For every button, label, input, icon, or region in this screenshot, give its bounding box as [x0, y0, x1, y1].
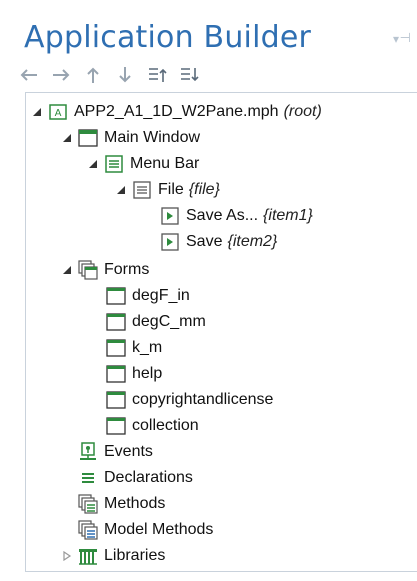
save-label: Save [186, 233, 223, 250]
root-tag: (root) [283, 103, 322, 120]
tree-node-file[interactable]: File {file} [114, 178, 220, 202]
tree-node-menu-bar[interactable]: Menu Bar [86, 152, 199, 176]
tree-node-events[interactable]: Events [78, 440, 153, 464]
tree-node-save[interactable]: Save {item2} [160, 230, 277, 254]
menu-icon [132, 180, 152, 200]
events-label: Events [104, 443, 153, 460]
form-item-label: copyrightandlicense [132, 391, 274, 408]
form-icon [106, 286, 126, 306]
file-tag: {file} [188, 181, 220, 198]
declarations-icon [78, 468, 98, 488]
application-icon: A [48, 102, 68, 122]
model-methods-icon [78, 520, 98, 540]
tree-node-forms[interactable]: Forms [60, 258, 149, 282]
collapse-icon[interactable] [86, 159, 100, 169]
file-label: File [158, 181, 184, 198]
tree-node-root[interactable]: A APP2_A1_1D_W2Pane.mph (root) [30, 100, 322, 124]
form-icon [106, 416, 126, 436]
tree-node-model-methods[interactable]: Model Methods [78, 518, 213, 542]
save-as-label: Save As... [186, 207, 259, 224]
back-icon[interactable] [18, 64, 40, 86]
form-item[interactable]: copyrightandlicense [106, 388, 273, 412]
declarations-label: Declarations [104, 469, 193, 486]
form-item[interactable]: help [106, 362, 162, 386]
move-up-list-icon[interactable] [146, 64, 168, 86]
tree-node-methods[interactable]: Methods [78, 492, 165, 516]
tree-node-libraries[interactable]: Libraries [60, 544, 165, 568]
form-icon [106, 338, 126, 358]
main-window-label: Main Window [104, 129, 201, 146]
window-icon [78, 128, 98, 148]
events-icon [78, 442, 98, 462]
menu-item-icon [160, 206, 180, 226]
form-item-label: collection [132, 417, 199, 434]
form-icon [106, 312, 126, 332]
form-item[interactable]: degC_mm [106, 310, 206, 334]
form-item-label: help [132, 365, 163, 382]
collapse-icon[interactable] [114, 185, 128, 195]
svg-text:A: A [55, 108, 62, 119]
collapse-icon[interactable] [60, 265, 74, 275]
tree-node-save-as[interactable]: Save As... {item1} [160, 204, 313, 228]
menu-bar-label: Menu Bar [130, 155, 200, 172]
menu-item-icon [160, 232, 180, 252]
save-as-tag: {item1} [263, 207, 313, 224]
methods-label: Methods [104, 495, 166, 512]
form-icon [106, 364, 126, 384]
model-methods-label: Model Methods [104, 521, 214, 538]
forward-icon[interactable] [50, 64, 72, 86]
methods-icon [78, 494, 98, 514]
toolbar [18, 64, 200, 86]
menu-bar-icon [104, 154, 124, 174]
pin-icon[interactable]: ⊣ [400, 30, 411, 46]
libraries-label: Libraries [104, 547, 166, 564]
libraries-icon [78, 546, 98, 566]
form-item[interactable]: degF_in [106, 284, 190, 308]
form-icon [106, 390, 126, 410]
form-item-label: k_m [132, 339, 163, 356]
move-down-list-icon[interactable] [178, 64, 200, 86]
up-icon[interactable] [82, 64, 104, 86]
forms-icon [78, 260, 98, 280]
down-icon[interactable] [114, 64, 136, 86]
save-tag: {item2} [227, 233, 278, 250]
form-item-label: degC_mm [132, 313, 206, 330]
tree-node-main-window[interactable]: Main Window [60, 126, 200, 150]
panel-title: Application Builder [24, 20, 312, 55]
form-item[interactable]: collection [106, 414, 199, 438]
expand-icon[interactable] [60, 551, 74, 561]
collapse-icon[interactable] [30, 107, 44, 117]
root-label: APP2_A1_1D_W2Pane.mph [74, 103, 279, 120]
forms-label: Forms [104, 261, 150, 278]
collapse-icon[interactable] [60, 133, 74, 143]
form-item[interactable]: k_m [106, 336, 162, 360]
tree-node-declarations[interactable]: Declarations [78, 466, 193, 490]
dropdown-icon[interactable]: ▾ [393, 32, 399, 46]
form-item-label: degF_in [132, 287, 190, 304]
